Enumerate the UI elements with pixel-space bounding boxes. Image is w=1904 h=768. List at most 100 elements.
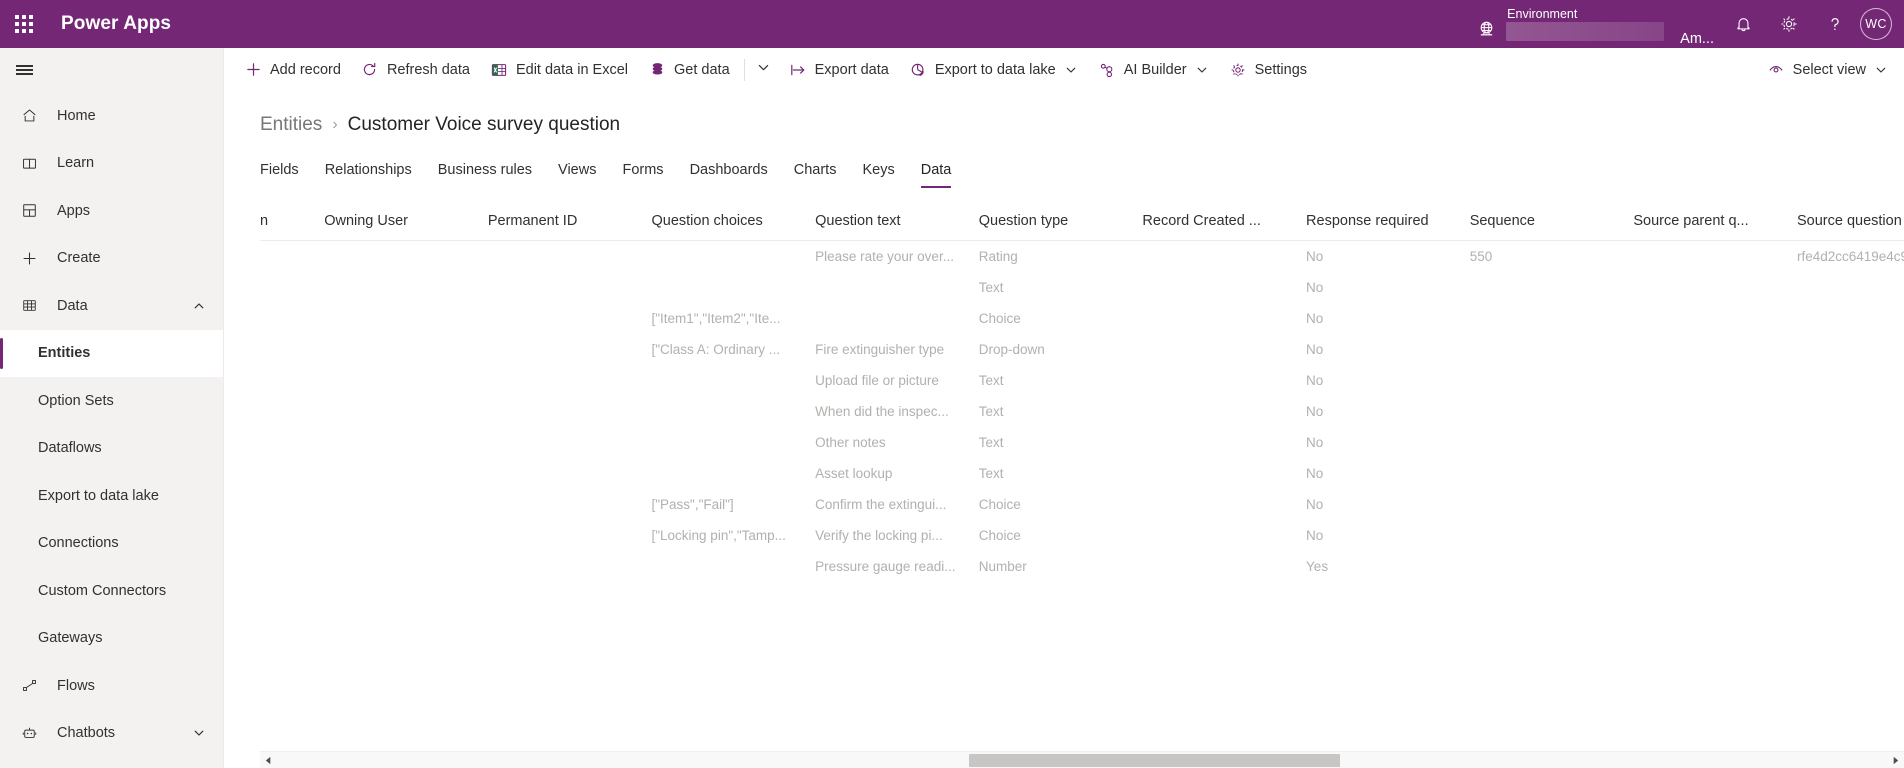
environment-name-truncated[interactable]: Am... [1680, 31, 1714, 48]
table-cell-source-parent-q[interactable] [1633, 303, 1797, 334]
table-cell-question-type[interactable]: Text [979, 427, 1143, 458]
scroll-left-arrow-icon[interactable] [260, 752, 277, 768]
table-cell-question-text[interactable]: Pressure gauge readi... [815, 551, 979, 582]
table-cell-sequence[interactable] [1470, 551, 1634, 582]
chevron-down-icon[interactable] [191, 725, 207, 741]
table-cell-owning-user[interactable] [324, 458, 488, 489]
table-cell-question-text[interactable]: Please rate your over... [815, 241, 979, 273]
table-row[interactable]: Text No [260, 272, 1904, 303]
export-to-data-lake-button[interactable]: Export to data lake [899, 50, 1088, 90]
table-cell-question-type[interactable]: Rating [979, 241, 1143, 273]
scrollbar-thumb[interactable] [969, 753, 1340, 767]
refresh-data-button[interactable]: Refresh data [351, 50, 480, 90]
table-cell-source-parent-q[interactable] [1633, 396, 1797, 427]
table-row[interactable]: ["Item1","Item2","Ite... Choice No [260, 303, 1904, 334]
table-cell-response-required[interactable]: No [1306, 427, 1470, 458]
table-row[interactable]: When did the inspec... Text No [260, 396, 1904, 427]
table-cell-owning-user[interactable] [324, 489, 488, 520]
table-cell-source-parent-q[interactable] [1633, 551, 1797, 582]
table-cell-question-choices[interactable]: ["Pass","Fail"] [651, 489, 815, 520]
export-data-button[interactable]: Export data [779, 50, 899, 90]
table-row[interactable]: ["Class A: Ordinary ... Fire extinguisher… [260, 334, 1904, 365]
table-cell-source-question[interactable] [1797, 520, 1904, 551]
sidebar-item-export-to-data-lake[interactable]: Export to data lake [0, 472, 223, 520]
table-cell-question-text[interactable]: Verify the locking pi... [815, 520, 979, 551]
table-cell-question-type[interactable]: Number [979, 551, 1143, 582]
table-cell-col0[interactable] [260, 303, 324, 334]
brand-title[interactable]: Power Apps [61, 13, 171, 35]
table-cell-question-type[interactable]: Choice [979, 520, 1143, 551]
column-header[interactable]: Sequence [1469, 204, 1634, 241]
table-cell-permanent-id[interactable] [488, 458, 652, 489]
column-header[interactable]: Question type [978, 204, 1143, 241]
table-cell-col0[interactable] [260, 551, 324, 582]
table-cell-sequence[interactable] [1470, 303, 1634, 334]
tab-relationships[interactable]: Relationships [312, 160, 425, 188]
table-cell-question-choices[interactable] [651, 396, 815, 427]
table-cell-source-parent-q[interactable] [1633, 365, 1797, 396]
table-cell-record-created[interactable] [1142, 241, 1306, 273]
ai-builder-button[interactable]: AI Builder [1088, 50, 1219, 90]
table-cell-question-choices[interactable] [651, 427, 815, 458]
table-cell-record-created[interactable] [1142, 365, 1306, 396]
table-cell-sequence[interactable] [1470, 334, 1634, 365]
sidebar-item-flows[interactable]: Flows [0, 662, 223, 710]
sidebar-item-data[interactable]: Data [0, 282, 223, 330]
table-cell-response-required[interactable]: No [1306, 396, 1470, 427]
table-row[interactable]: Asset lookup Text No [260, 458, 1904, 489]
table-cell-question-choices[interactable] [651, 365, 815, 396]
table-cell-record-created[interactable] [1142, 303, 1306, 334]
table-cell-question-type[interactable]: Choice [979, 303, 1143, 334]
breadcrumb-parent-link[interactable]: Entities [260, 114, 322, 136]
environment-picker[interactable]: Environment [1475, 7, 1665, 41]
tab-fields[interactable]: Fields [260, 160, 312, 188]
add-record-button[interactable]: Add record [234, 50, 351, 90]
table-cell-question-text[interactable]: Asset lookup [815, 458, 979, 489]
table-cell-question-text[interactable]: Confirm the extingui... [815, 489, 979, 520]
table-cell-col0[interactable] [260, 489, 324, 520]
sidebar-item-create[interactable]: Create [0, 235, 223, 283]
table-cell-permanent-id[interactable] [488, 241, 652, 273]
table-cell-question-choices[interactable] [651, 551, 815, 582]
table-cell-owning-user[interactable] [324, 272, 488, 303]
table-cell-question-choices[interactable]: ["Locking pin","Tamp... [651, 520, 815, 551]
sidebar-item-learn[interactable]: Learn [0, 140, 223, 188]
table-cell-record-created[interactable] [1142, 520, 1306, 551]
table-cell-col0[interactable] [260, 520, 324, 551]
table-cell-source-question[interactable] [1797, 396, 1904, 427]
table-cell-permanent-id[interactable] [488, 272, 652, 303]
table-cell-col0[interactable] [260, 396, 324, 427]
scroll-right-arrow-icon[interactable] [1887, 752, 1904, 768]
sidebar-item-option-sets[interactable]: Option Sets [0, 377, 223, 425]
table-cell-source-parent-q[interactable] [1633, 241, 1797, 273]
table-cell-source-parent-q[interactable] [1633, 458, 1797, 489]
column-header[interactable]: Response required [1306, 204, 1470, 241]
sidebar-collapse-button[interactable] [0, 48, 48, 92]
table-cell-question-type[interactable]: Drop-down [979, 334, 1143, 365]
column-header[interactable]: Source question ... [1796, 204, 1904, 241]
table-cell-permanent-id[interactable] [488, 365, 652, 396]
table-cell-record-created[interactable] [1142, 489, 1306, 520]
table-cell-col0[interactable] [260, 334, 324, 365]
table-cell-question-text[interactable] [815, 303, 979, 334]
table-cell-question-type[interactable]: Text [979, 396, 1143, 427]
table-cell-question-text[interactable]: When did the inspec... [815, 396, 979, 427]
table-cell-permanent-id[interactable] [488, 520, 652, 551]
table-cell-question-type[interactable]: Text [979, 458, 1143, 489]
sidebar-item-custom-connectors[interactable]: Custom Connectors [0, 567, 223, 615]
sidebar-item-chatbots[interactable]: Chatbots [0, 710, 223, 758]
table-cell-permanent-id[interactable] [488, 489, 652, 520]
table-cell-response-required[interactable]: Yes [1306, 551, 1470, 582]
table-cell-response-required[interactable]: No [1306, 458, 1470, 489]
column-header[interactable]: Source parent q... [1633, 204, 1797, 241]
column-header[interactable]: n [260, 204, 325, 241]
tab-data[interactable]: Data [908, 160, 965, 188]
get-data-button[interactable]: Get data [638, 50, 740, 90]
table-cell-record-created[interactable] [1142, 272, 1306, 303]
table-row[interactable]: Pressure gauge readi... Number Yes [260, 551, 1904, 582]
select-view-button[interactable]: Select view [1757, 50, 1898, 90]
column-header[interactable]: Owning User [324, 204, 488, 241]
table-cell-permanent-id[interactable] [488, 396, 652, 427]
table-cell-response-required[interactable]: No [1306, 489, 1470, 520]
notifications-button[interactable] [1720, 0, 1766, 48]
